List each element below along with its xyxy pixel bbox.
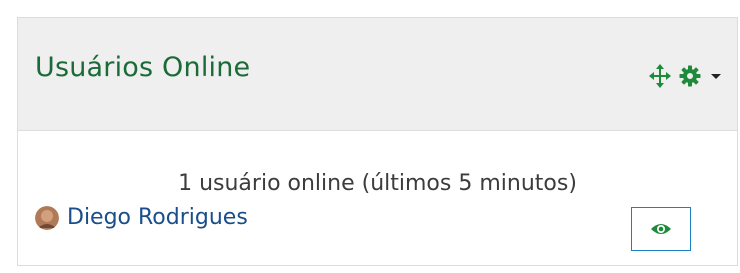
user-name-link[interactable]: Diego Rodrigues bbox=[67, 205, 248, 230]
toggle-visibility-button[interactable] bbox=[631, 207, 691, 251]
block-header: Usuários Online bbox=[18, 18, 737, 131]
user-list-item: Diego Rodrigues bbox=[35, 205, 248, 230]
online-users-summary: 1 usuário online (últimos 5 minutos) bbox=[178, 171, 577, 196]
gear-icon[interactable] bbox=[679, 64, 701, 88]
block-controls bbox=[649, 63, 723, 89]
block-body: 1 usuário online (últimos 5 minutos) Die… bbox=[18, 131, 737, 265]
caret-down-icon[interactable] bbox=[709, 64, 723, 88]
online-users-block: Usuários Online 1 usuário online (último… bbox=[17, 17, 738, 266]
move-icon[interactable] bbox=[649, 64, 671, 88]
page: Usuários Online 1 usuário online (último… bbox=[0, 0, 740, 273]
user-avatar[interactable] bbox=[35, 205, 59, 230]
block-title: Usuários Online bbox=[35, 52, 251, 83]
eye-icon bbox=[650, 222, 672, 236]
